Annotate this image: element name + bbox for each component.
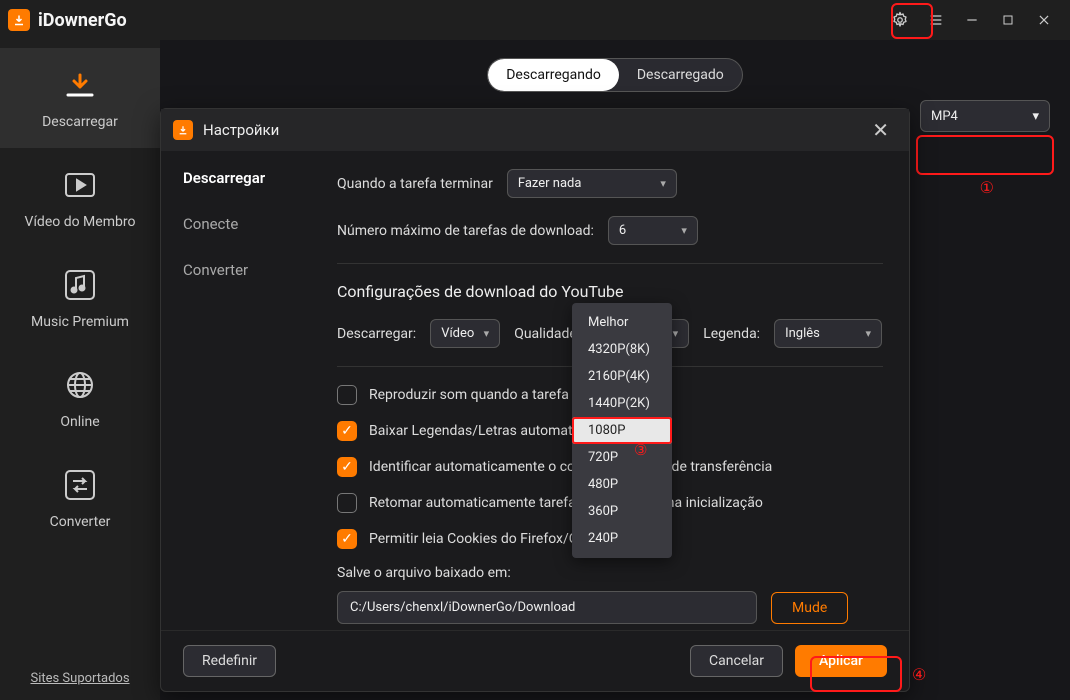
chevron-down-icon: ▾ <box>681 224 687 237</box>
dialog-title: Настройки <box>203 121 279 139</box>
close-icon <box>1037 13 1051 27</box>
quality-option[interactable]: 480P <box>572 471 672 498</box>
supported-sites-link[interactable]: Sites Suportados <box>30 671 129 686</box>
sidebar-item-music-premium[interactable]: Music Premium <box>0 248 160 348</box>
sidebar-item-download[interactable]: Descarregar <box>0 48 160 148</box>
quality-option[interactable]: 4320P(8K) <box>572 336 672 363</box>
dialog-logo-icon <box>173 120 193 140</box>
save-path-label: Salve o arquivo baixado em: <box>337 565 883 581</box>
youtube-section-title: Configurações de download do YouTube <box>337 282 883 301</box>
quality-option[interactable]: 360P <box>572 498 672 525</box>
tab-downloaded[interactable]: Descarregado <box>619 59 742 91</box>
format-select-value: MP4 <box>931 109 958 124</box>
change-path-button[interactable]: Mude <box>771 592 848 624</box>
save-path-input[interactable]: C:/Users/chenxl/iDownerGo/Download <box>337 591 757 624</box>
convert-icon <box>59 466 101 504</box>
gear-icon <box>891 11 909 29</box>
checkbox-resume[interactable] <box>337 493 357 513</box>
maximize-icon <box>1002 14 1014 26</box>
sidebar-item-label: Descarregar <box>42 114 118 130</box>
chevron-down-icon: ▾ <box>660 177 666 190</box>
menu-button[interactable] <box>918 2 954 38</box>
reset-button[interactable]: Redefinir <box>183 645 276 677</box>
close-button[interactable] <box>1026 2 1062 38</box>
sidebar-item-converter[interactable]: Converter <box>0 448 160 548</box>
quality-option[interactable]: 240P <box>572 525 672 552</box>
checkbox-auto-subs[interactable]: ✓ <box>337 421 357 441</box>
download-type-label: Descarregar: <box>337 326 416 342</box>
sidebar-item-label: Vídeo do Membro <box>25 214 136 230</box>
quality-dropdown-popup: Melhor4320P(8K)2160P(4K)1440P(2K)1080P72… <box>572 303 672 558</box>
maximize-button[interactable] <box>990 2 1026 38</box>
download-type-value: Vídeo <box>441 326 474 341</box>
dialog-nav-convert[interactable]: Converter <box>183 261 289 279</box>
sidebar: Descarregar Vídeo do Membro Music Premiu… <box>0 40 160 700</box>
checkbox-auto-clipboard-label: Identificar automaticamente o conteúdo d… <box>369 459 772 475</box>
minimize-button[interactable] <box>954 2 990 38</box>
sidebar-item-label: Online <box>60 414 99 430</box>
chevron-down-icon: ▾ <box>484 327 490 340</box>
dialog-content: Quando a tarefa terminar Fazer nada ▾ Nú… <box>311 151 909 630</box>
max-tasks-select[interactable]: 6 ▾ <box>608 216 698 245</box>
quality-option[interactable]: 2160P(4K) <box>572 363 672 390</box>
menu-icon <box>928 12 944 28</box>
minimize-icon <box>965 13 979 27</box>
quality-option[interactable]: 720P <box>572 444 672 471</box>
task-finish-value: Fazer nada <box>518 176 582 191</box>
quality-option[interactable]: 1440P(2K) <box>572 390 672 417</box>
titlebar: iDownerGo <box>0 0 1070 40</box>
app-title: iDownerGo <box>38 10 127 31</box>
legend-select[interactable]: Inglês ▾ <box>774 319 882 348</box>
legend-value: Inglês <box>785 326 820 341</box>
legend-label: Legenda: <box>703 326 760 342</box>
max-tasks-label: Número máximo de tarefas de download: <box>337 223 594 239</box>
dialog-close-button[interactable]: ✕ <box>864 114 897 146</box>
download-icon <box>59 66 101 104</box>
chevron-down-icon: ▾ <box>1032 109 1039 124</box>
sidebar-item-member-video[interactable]: Vídeo do Membro <box>0 148 160 248</box>
dialog-nav: Descarregar Conecte Converter <box>161 151 311 630</box>
checkbox-resume-label: Retomar automaticamente tarefas incomple… <box>369 495 763 511</box>
task-finish-label: Quando a tarefa terminar <box>337 176 493 192</box>
checkbox-auto-clipboard[interactable]: ✓ <box>337 457 357 477</box>
play-circle-icon <box>59 166 101 204</box>
chevron-down-icon: ▾ <box>673 327 679 340</box>
sidebar-item-label: Converter <box>50 514 111 530</box>
max-tasks-value: 6 <box>619 223 626 238</box>
sidebar-item-online[interactable]: Online <box>0 348 160 448</box>
quality-option[interactable]: Melhor <box>572 309 672 336</box>
sidebar-item-label: Music Premium <box>31 314 129 330</box>
app-logo-icon <box>8 9 30 31</box>
dialog-nav-download[interactable]: Descarregar <box>183 169 289 187</box>
download-type-select[interactable]: Vídeo ▾ <box>430 319 500 348</box>
globe-icon <box>59 366 101 404</box>
quality-label: Qualidade: <box>514 326 580 342</box>
checkbox-play-sound[interactable] <box>337 385 357 405</box>
format-select[interactable]: MP4 ▾ <box>920 100 1050 132</box>
task-finish-select[interactable]: Fazer nada ▾ <box>507 169 677 198</box>
quality-option[interactable]: 1080P <box>572 417 672 444</box>
music-icon <box>59 266 101 304</box>
dialog-header: Настройки ✕ <box>161 109 909 151</box>
settings-button[interactable] <box>882 2 918 38</box>
checkbox-firefox-cookies[interactable]: ✓ <box>337 529 357 549</box>
apply-button[interactable]: Aplicar <box>795 645 887 677</box>
download-tabs: Descarregando Descarregado <box>487 58 743 92</box>
cancel-button[interactable]: Cancelar <box>690 645 783 677</box>
dialog-footer: Redefinir Cancelar Aplicar <box>161 630 909 691</box>
tab-downloading[interactable]: Descarregando <box>488 59 619 91</box>
settings-dialog: Настройки ✕ Descarregar Conecte Converte… <box>160 108 910 692</box>
chevron-down-icon: ▾ <box>866 327 872 340</box>
dialog-nav-connect[interactable]: Conecte <box>183 215 289 233</box>
